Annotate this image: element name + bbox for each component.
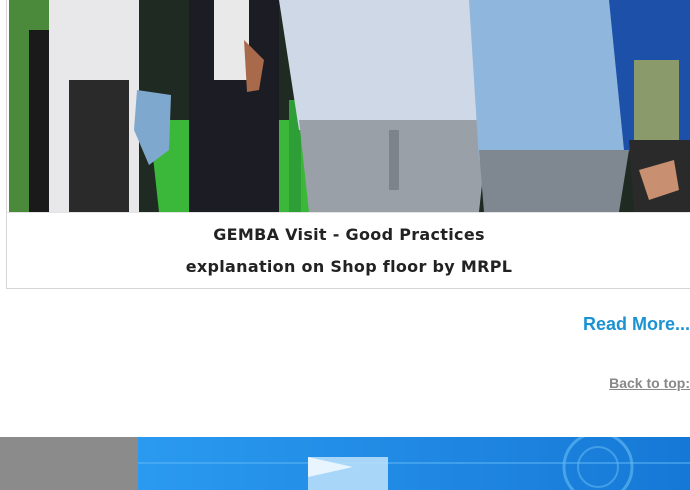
banner-blue-panel	[138, 437, 690, 490]
caption-line-2: explanation on Shop floor by MRPL	[185, 257, 513, 276]
news-card: GEMBA Visit - Good Practices explanation…	[6, 0, 690, 289]
read-more-link[interactable]: Read More...	[583, 314, 690, 335]
caption-line-1: GEMBA Visit - Good Practices	[213, 225, 485, 244]
banner-grey-panel	[0, 437, 138, 490]
gemba-visit-photo[interactable]	[9, 0, 690, 212]
footer-banner	[0, 437, 690, 490]
photo-caption: GEMBA Visit - Good Practices explanation…	[7, 212, 690, 289]
back-to-top-link[interactable]: Back to top:	[609, 375, 690, 391]
